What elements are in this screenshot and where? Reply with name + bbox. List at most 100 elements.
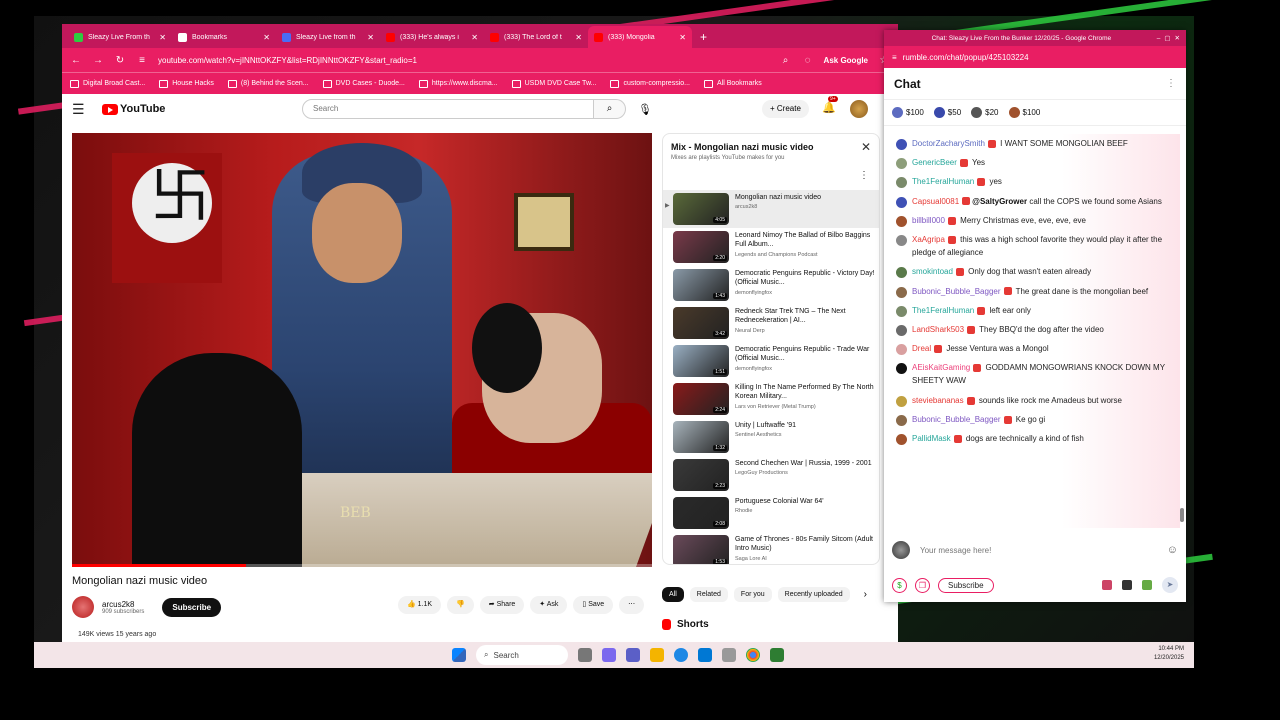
url-field[interactable]: youtube.com/watch?v=jINNttOKZFY&list=RDj… [158,56,770,65]
playlist-item[interactable]: 1:51 Democratic Penguins Republic - Trade… [663,342,879,380]
mute-icon[interactable]: ◌ [802,55,814,66]
channel-name[interactable]: arcus2k8 [102,600,144,609]
chat-username[interactable]: Capsual0081 [912,197,959,206]
bookmark-item[interactable]: DVD Cases - Duode... [322,79,405,88]
chat-url[interactable]: rumble.com/chat/popup/425103224 [903,53,1029,62]
chat-user-avatar[interactable] [896,139,907,150]
chat-user-avatar[interactable] [896,177,907,189]
chat-user-avatar[interactable] [896,395,907,407]
chat-menu-icon[interactable]: ⋮ [1166,78,1176,89]
more-options-icon[interactable]: ⋮ [859,170,869,181]
close-icon[interactable]: ✕ [1175,34,1180,42]
rant-pill[interactable]: $50 [933,107,961,118]
ask-google-button[interactable]: Ask Google [824,56,868,65]
bookmark-item[interactable]: (8) Behind the Scen... [227,79,309,88]
video-player[interactable]: 卐 BEB [72,133,652,567]
search-button[interactable]: ⌕ [594,99,626,119]
figure-icon[interactable] [1142,580,1152,590]
playlist-item[interactable]: 2:20 Leonard Nimoy The Ballad of Bilbo Ba… [663,228,879,266]
minimize-icon[interactable]: – [1157,35,1161,42]
playlist-item[interactable]: 2:24 Killing In The Name Performed By The… [663,380,879,418]
close-tab-icon[interactable]: ✕ [679,33,686,42]
store-icon[interactable] [698,648,712,662]
settings-icon[interactable] [722,648,736,662]
subscribe-button[interactable]: Subscribe [162,597,222,617]
gift-icon[interactable]: ❒ [915,577,930,593]
chat-username[interactable]: PallidMask [912,434,951,443]
chat-username[interactable]: Bubonic_Bubble_Bagger [912,287,1001,296]
close-icon[interactable]: ✕ [861,140,871,154]
rant-pill[interactable]: $100 [1008,107,1040,118]
close-tab-icon[interactable]: ✕ [263,33,270,42]
more-actions-button[interactable]: ⋯ [619,596,645,614]
save-button[interactable]: ▯ Save [573,596,614,614]
playlist-item[interactable]: 1:43 Democratic Penguins Republic - Victo… [663,266,879,304]
chat-user-avatar[interactable] [896,434,907,445]
chat-username[interactable]: smokintoad [912,267,953,276]
browser-tab[interactable]: Sleazy Live From th ✕ [68,26,172,48]
taskbar-search[interactable]: ⌕ Search [476,645,568,665]
rant-pill[interactable]: $20 [971,107,999,118]
forward-icon[interactable]: → [92,55,104,66]
share-button[interactable]: ➦ Share [479,596,525,614]
chat-message-list[interactable]: DoctorZacharySmith I WANT SOME MONGOLIAN… [884,134,1180,528]
browser-tab[interactable]: (333) The Lord of t ✕ [484,26,588,48]
taskbar-clock[interactable]: 10:44 PM 12/20/2025 [1154,645,1184,663]
bookmark-item[interactable]: USDM DVD Case Tw... [511,79,596,88]
bookmark-item[interactable]: Digital Broad Cast... [70,79,145,88]
chat-user-avatar[interactable] [896,305,907,317]
video-progress-bar[interactable] [72,564,652,567]
playlist-item[interactable]: 2:23 Second Chechen War | Russia, 1999 - … [663,456,879,494]
new-tab-button[interactable]: + [692,30,715,48]
chat-user-avatar[interactable] [896,344,907,356]
filter-chip[interactable]: All [662,587,684,602]
chat-scroll-thumb[interactable] [1180,508,1184,522]
windows-icon[interactable] [452,648,466,662]
create-button[interactable]: + Create [762,100,809,118]
filter-chip[interactable]: Related [689,587,728,602]
rant-dollar-icon[interactable]: $ [892,577,907,593]
chat-mention[interactable]: @SaltyGrower [972,197,1027,206]
task-view-icon[interactable] [578,648,592,662]
chat-user-avatar[interactable] [896,196,907,208]
browser-tab[interactable]: (333) He's always i ✕ [380,26,484,48]
chat-user-avatar[interactable] [896,215,907,227]
chat-subscribe-button[interactable]: Subscribe [938,577,994,593]
playlist-item[interactable]: 1:32 Unity | Luftwaffe '91 Sentinel Aesthe… [663,418,879,456]
teams-icon[interactable] [626,648,640,662]
channel-avatar[interactable] [72,596,94,618]
ask-button[interactable]: ✦ Ask [530,596,568,614]
send-icon[interactable]: ➤ [1162,577,1178,593]
chat-username[interactable]: billbill000 [912,216,945,225]
chat-username[interactable]: Bubonic_Bubble_Bagger [912,415,1001,424]
rant-pill[interactable]: $100 [892,107,924,118]
reload-icon[interactable]: ↻ [114,55,126,66]
chat-scrollbar[interactable] [1180,134,1184,528]
user-avatar[interactable] [850,100,868,118]
copilot-icon[interactable] [602,648,616,662]
chat-user-avatar[interactable] [896,324,907,336]
youtube-logo[interactable]: YouTube [102,103,165,115]
dislike-button[interactable]: 👎 [447,596,474,614]
chrome-icon[interactable] [746,648,760,662]
chat-username[interactable]: The1FeralHuman [912,306,974,315]
chevron-right-icon[interactable]: › [864,589,867,600]
chat-user-avatar[interactable] [896,414,907,426]
mic-icon[interactable]: 🎙 [638,103,652,116]
chat-message-input[interactable]: Your message here! [920,546,1157,555]
file-explorer-icon[interactable] [650,648,664,662]
bookmark-item[interactable]: custom-compressio... [610,79,690,88]
chat-username[interactable]: GenericBeer [912,158,957,167]
bookmark-item[interactable]: All Bookmarks [703,79,762,88]
edge-icon[interactable] [674,648,688,662]
chat-user-avatar[interactable] [896,234,907,246]
playlist-item[interactable]: ▶ 4:05 Mongolian nazi music video arcus2k8 [663,190,879,228]
back-icon[interactable]: ← [70,55,82,66]
bookmark-item[interactable]: House Hacks [159,79,214,88]
chat-username[interactable]: AEisKaitGaming [912,363,970,372]
playlist-item[interactable]: 2:08 Portuguese Colonial War 64' Rhodie [663,494,879,532]
close-tab-icon[interactable]: ✕ [575,33,582,42]
filter-chip[interactable]: Recently uploaded [777,587,850,602]
site-info-icon[interactable]: ≡ [892,53,897,62]
site-info-icon[interactable]: ≡ [136,55,148,66]
